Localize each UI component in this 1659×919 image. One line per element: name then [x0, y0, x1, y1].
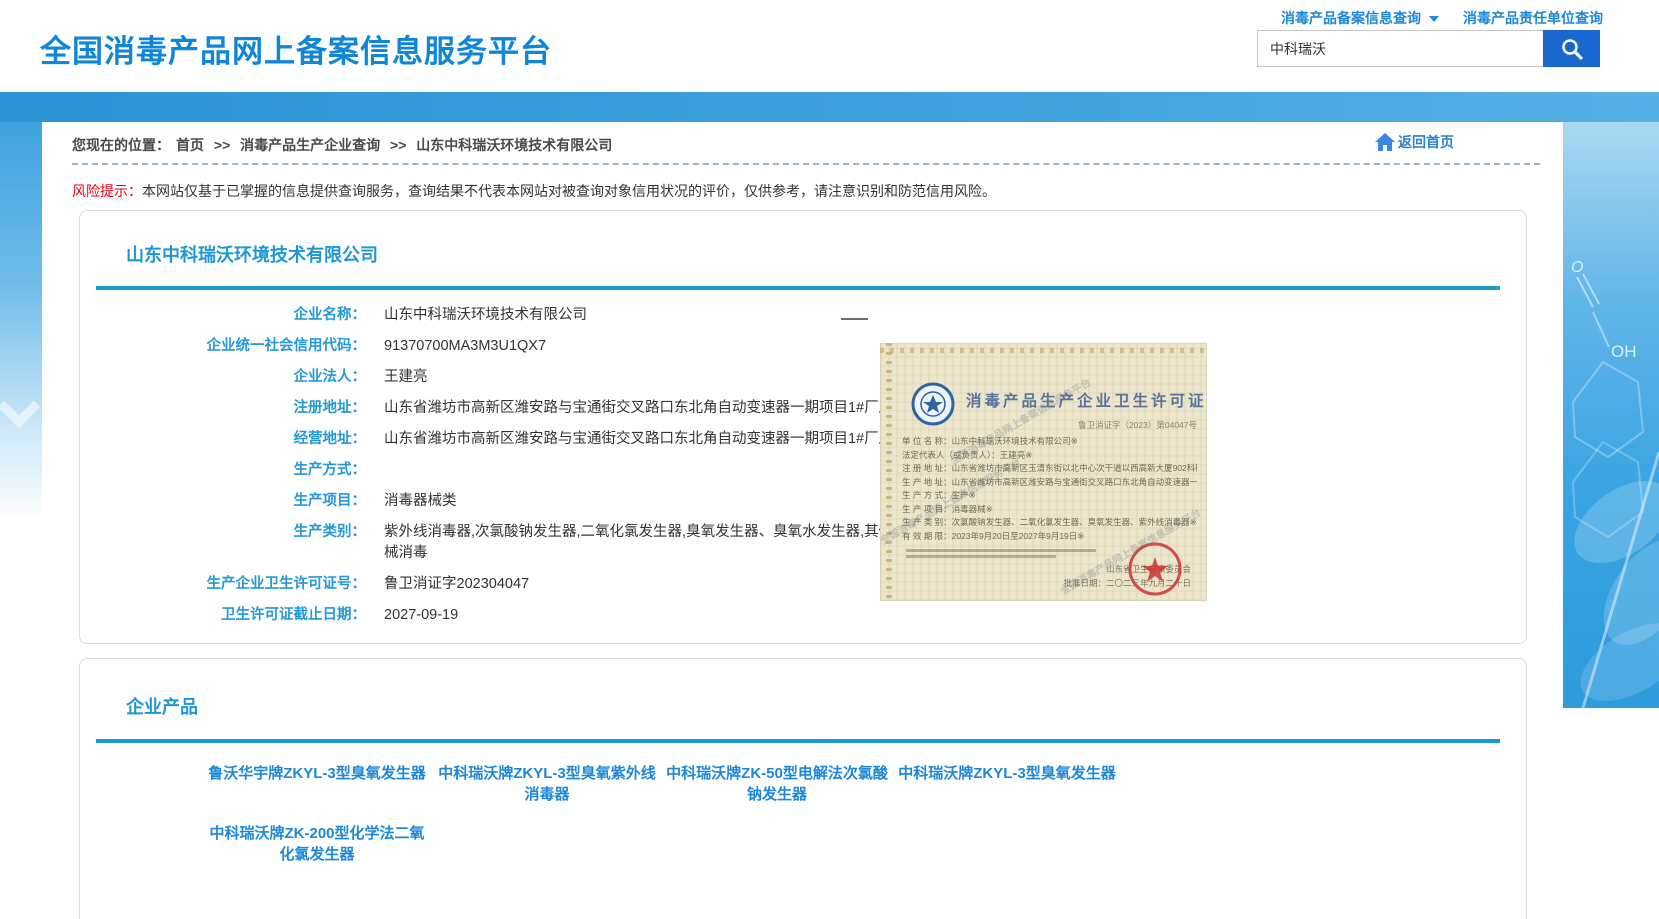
company-card: 山东中科瑞沃环境技术有限公司 企业名称： 山东中科瑞沃环境技术有限公司 企业统一… [79, 210, 1527, 644]
cert-line: 生 产 地 址：山东省潍坊市高新区潍安路与宝通街交叉路口东北角自动变速器一期项目… [902, 476, 1197, 490]
top-band [0, 92, 1659, 122]
license-certificate-image[interactable]: 消毒产品生产企业卫生许可证 鲁卫消证字（2023）第04047号 单 位 名 称… [880, 343, 1207, 601]
field-row: 生产企业卫生许可证号： 鲁卫消证字202304047 [80, 574, 1020, 595]
field-value: 山东中科瑞沃环境技术有限公司 [384, 305, 919, 326]
dashed-separator [72, 163, 1540, 165]
cert-title: 消毒产品生产企业卫生许可证 [966, 389, 1207, 411]
field-row: 企业名称： 山东中科瑞沃环境技术有限公司 [80, 305, 1020, 326]
card-divider [96, 286, 1500, 290]
cert-fine-print [906, 549, 1096, 552]
company-card-title: 山东中科瑞沃环境技术有限公司 [126, 241, 378, 267]
field-label: 经营地址： [80, 429, 366, 450]
top-navigation: 消毒产品备案信息查询 消毒产品责任单位查询 [1203, 8, 1603, 28]
field-value: 消毒器械类 [384, 491, 919, 512]
site-title: 全国消毒产品网上备案信息服务平台 [40, 26, 552, 71]
field-label: 企业法人： [80, 367, 366, 388]
field-label: 企业名称： [80, 305, 366, 326]
products-grid: 鲁沃华宇牌ZKYL-3型臭氧发生器 中科瑞沃牌ZKYL-3型臭氧紫外线消毒器 中… [202, 763, 1122, 865]
company-fields: 企业名称： 山东中科瑞沃环境技术有限公司 企业统一社会信用代码： 9137070… [80, 305, 1020, 636]
back-home-label: 返回首页 [1398, 132, 1454, 152]
cert-top-dash [841, 318, 868, 320]
cert-left-border [886, 343, 892, 601]
search-icon [1560, 37, 1584, 61]
product-link[interactable]: 鲁沃华宇牌ZKYL-3型臭氧发生器 [202, 763, 432, 805]
product-link[interactable]: 中科瑞沃牌ZKYL-3型臭氧发生器 [892, 763, 1122, 805]
risk-notice: 风险提示：本网站仅基于已掌握的信息提供查询服务，查询结果不代表本网站对被查询对象… [72, 181, 996, 201]
search-input[interactable] [1257, 30, 1543, 67]
header: 全国消毒产品网上备案信息服务平台 消毒产品备案信息查询 消毒产品责任单位查询 [0, 0, 1659, 92]
right-background-illustration: O OH [1563, 122, 1659, 708]
breadcrumb: 您现在的位置： 首页 >> 消毒产品生产企业查询 >> 山东中科瑞沃环境技术有限公… [72, 135, 618, 155]
cert-body: 单 位 名 称：山东中科瑞沃环境技术有限公司※ 法定代表人（或负责人）：王建亮※… [902, 435, 1197, 543]
field-value [384, 460, 919, 481]
breadcrumb-link-enterprise-query[interactable]: 消毒产品生产企业查询 [240, 137, 380, 153]
search-area [1257, 30, 1600, 67]
field-label: 生产企业卫生许可证号： [80, 574, 366, 595]
home-icon [1374, 132, 1396, 152]
search-button[interactable] [1543, 30, 1600, 67]
product-link[interactable]: 中科瑞沃牌ZK-200型化学法二氧化氯发生器 [202, 823, 432, 865]
field-value: 山东省潍坊市高新区潍安路与宝通街交叉路口东北角自动变速器一期项目1#厂房 [384, 429, 919, 450]
field-label: 企业统一社会信用代码： [80, 336, 366, 357]
field-row: 企业法人： 王建亮 [80, 367, 1020, 388]
card-divider [96, 739, 1500, 743]
product-link[interactable]: 中科瑞沃牌ZKYL-3型臭氧紫外线消毒器 [432, 763, 662, 805]
risk-label: 风险提示： [72, 183, 142, 199]
field-value: 鲁卫消证字202304047 [384, 574, 919, 595]
field-label: 生产类别： [80, 522, 366, 564]
field-row: 生产类别： 紫外线消毒器,次氯酸钠发生器,二氧化氯发生器,臭氧发生器、臭氧水发生… [80, 522, 1020, 564]
breadcrumb-prefix: 您现在的位置： [72, 137, 170, 153]
products-card-title: 企业产品 [126, 693, 198, 719]
field-value: 2027-09-19 [384, 605, 919, 626]
field-row: 企业统一社会信用代码： 91370700MA3M3U1QX7 [80, 336, 1020, 357]
cert-line: 法定代表人（或负责人）：王建亮※ [902, 449, 1197, 463]
field-label: 注册地址： [80, 398, 366, 419]
field-row: 生产方式： [80, 460, 1020, 481]
product-link[interactable]: 中科瑞沃牌ZK-50型电解法次氯酸钠发生器 [662, 763, 892, 805]
left-background-gradient [0, 122, 42, 522]
svg-text:O: O [1571, 259, 1583, 276]
nav-record-info-query-link[interactable]: 消毒产品备案信息查询 [1281, 8, 1421, 28]
breadcrumb-link-home[interactable]: 首页 [176, 137, 204, 153]
field-value: 91370700MA3M3U1QX7 [384, 336, 919, 357]
page: O OH 全国消毒产品网上备案信息服务平台 消毒产品备案信息查询 消毒产品责任单… [0, 0, 1659, 919]
breadcrumb-separator: >> [214, 137, 230, 153]
emblem-icon [910, 381, 956, 427]
field-row: 注册地址： 山东省潍坊市高新区潍安路与宝通街交叉路口东北角自动变速器一期项目1#… [80, 398, 1020, 419]
field-row: 生产项目： 消毒器械类 [80, 491, 1020, 512]
svg-text:OH: OH [1611, 342, 1637, 361]
field-label: 卫生许可证截止日期： [80, 605, 366, 626]
breadcrumb-current: 山东中科瑞沃环境技术有限公司 [416, 137, 612, 153]
field-row: 卫生许可证截止日期： 2027-09-19 [80, 605, 1020, 626]
back-home-link[interactable]: 返回首页 [1374, 132, 1454, 152]
field-value: 山东省潍坊市高新区潍安路与宝通街交叉路口东北角自动变速器一期项目1#厂房 [384, 398, 919, 419]
cert-top-border [880, 348, 1207, 353]
cert-fine-print [906, 555, 1056, 558]
molecule-flower-illustration: O OH [1563, 122, 1659, 708]
field-value: 王建亮 [384, 367, 919, 388]
nav-responsible-unit-query-link[interactable]: 消毒产品责任单位查询 [1463, 8, 1603, 28]
field-label: 生产方式： [80, 460, 366, 481]
field-label: 生产项目： [80, 491, 366, 512]
chevron-down-icon[interactable] [1429, 16, 1439, 22]
chevron-decoration [0, 386, 40, 428]
cert-number: 鲁卫消证字（2023）第04047号 [1078, 419, 1197, 431]
cert-line: 单 位 名 称：山东中科瑞沃环境技术有限公司※ [902, 435, 1197, 449]
risk-text: 本网站仅基于已掌握的信息提供查询服务，查询结果不代表本网站对被查询对象信用状况的… [142, 183, 996, 199]
field-value: 紫外线消毒器,次氯酸钠发生器,二氧化氯发生器,臭氧发生器、臭氧水发生器,其他器械… [384, 522, 919, 564]
products-card: 企业产品 鲁沃华宇牌ZKYL-3型臭氧发生器 中科瑞沃牌ZKYL-3型臭氧紫外线… [79, 658, 1527, 919]
field-row: 经营地址： 山东省潍坊市高新区潍安路与宝通街交叉路口东北角自动变速器一期项目1#… [80, 429, 1020, 450]
breadcrumb-separator: >> [390, 137, 406, 153]
cert-line: 注 册 地 址：山东省潍坊市高新区玉清东街以北中心次干道以西高新大厦902科研楼… [902, 462, 1197, 476]
